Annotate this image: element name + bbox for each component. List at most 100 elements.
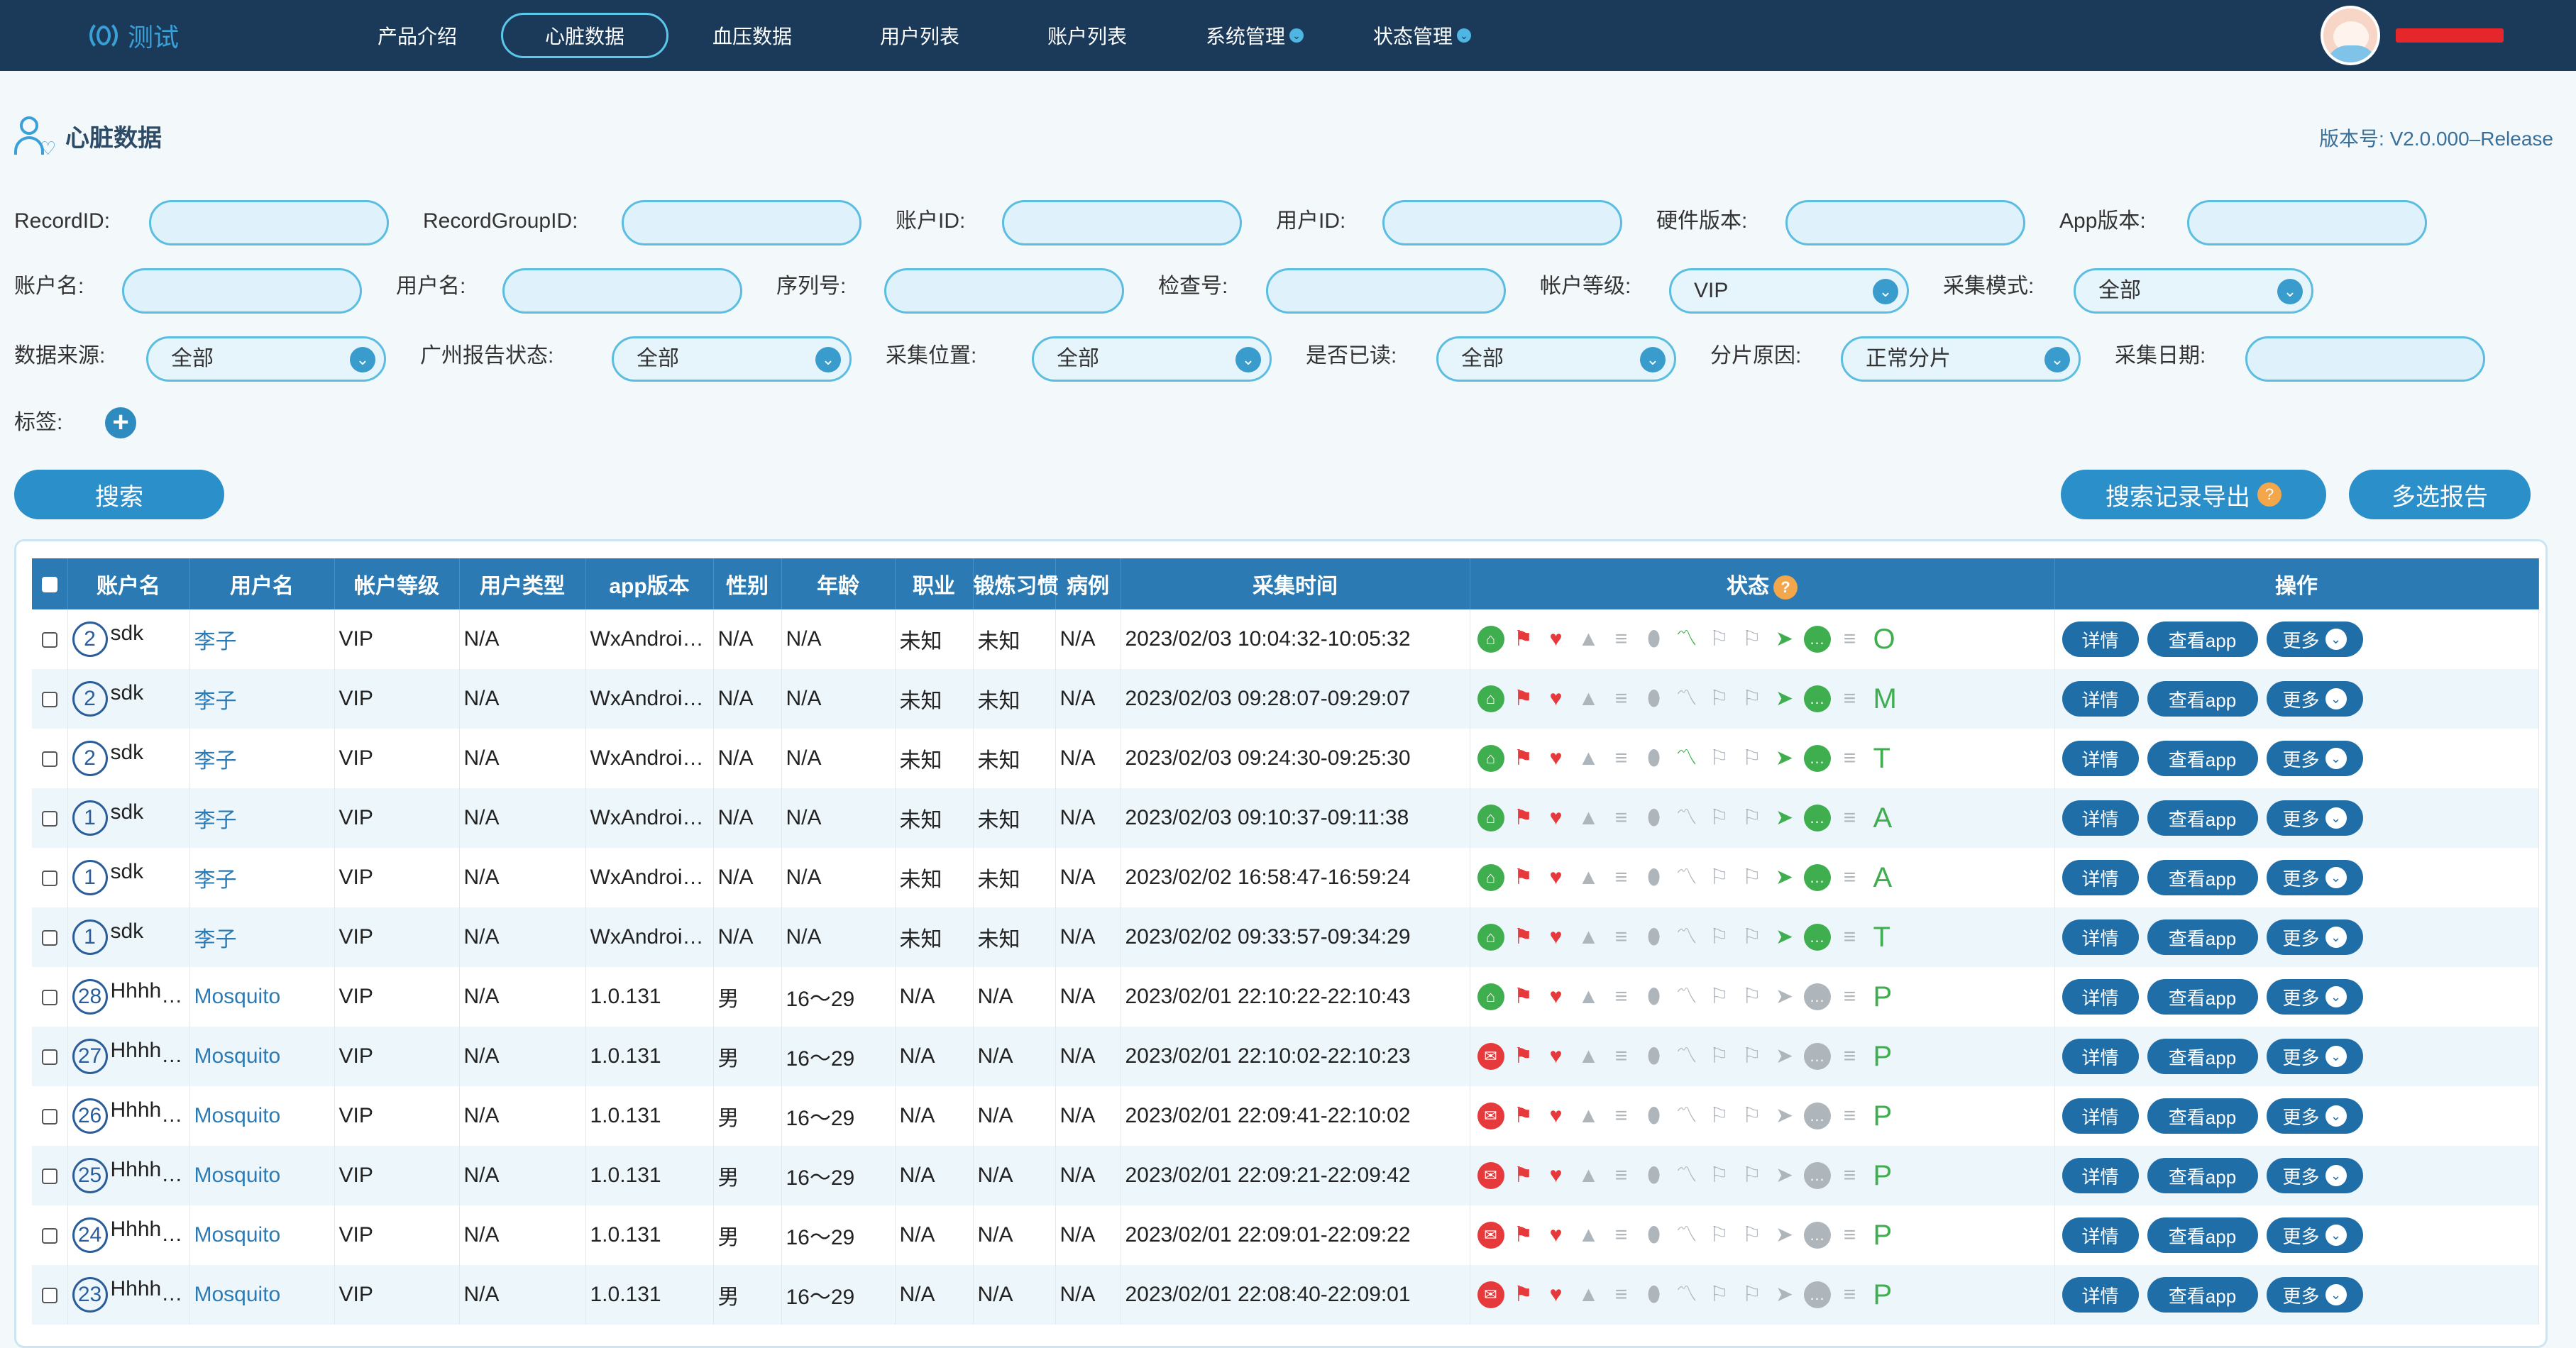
sliders-icon[interactable]: ≡	[1837, 983, 1864, 1010]
ecg-wave-icon[interactable]: 〽	[1673, 924, 1700, 951]
detail-button[interactable]: 详情	[2062, 860, 2139, 895]
row-select-cell[interactable]	[32, 609, 68, 669]
pill-icon[interactable]: ⬮	[1641, 1162, 1668, 1189]
more-button[interactable]: 更多 ⌄	[2266, 860, 2363, 895]
help-icon[interactable]: ?	[1773, 575, 1798, 600]
sliders-icon[interactable]: ≡	[1608, 924, 1635, 951]
flag-outline-icon[interactable]: ⚐	[1706, 983, 1733, 1010]
view-app-button[interactable]: 查看app	[2147, 681, 2258, 717]
heart-ecg-icon[interactable]: ♥	[1543, 924, 1570, 951]
view-app-button[interactable]: 查看app	[2147, 741, 2258, 776]
row-select-cell[interactable]	[32, 1265, 68, 1325]
user-avatar[interactable]	[2321, 6, 2380, 65]
home-icon[interactable]: ⌂	[1477, 745, 1504, 772]
ecg-wave-icon[interactable]: 〽	[1673, 685, 1700, 712]
nav-item-4[interactable]: 账户列表	[1003, 13, 1171, 58]
record-count-badge[interactable]: 1	[72, 800, 108, 836]
row-select-cell[interactable]	[32, 729, 68, 788]
collect-mode-select[interactable]: 全部 ⌄	[2074, 268, 2313, 314]
pill-icon[interactable]: ⬮	[1641, 1281, 1668, 1308]
warning-icon[interactable]: ▲	[1575, 1162, 1602, 1189]
view-app-button[interactable]: 查看app	[2147, 860, 2258, 895]
sliders-icon[interactable]: ≡	[1837, 1281, 1864, 1308]
flag-outline-icon[interactable]: ⚐	[1706, 1103, 1733, 1129]
view-app-button[interactable]: 查看app	[2147, 979, 2258, 1015]
chat-icon[interactable]: …	[1803, 805, 1831, 832]
pill-icon[interactable]: ⬮	[1641, 626, 1668, 653]
help-icon[interactable]: ?	[2257, 482, 2281, 507]
row-select-cell[interactable]	[32, 848, 68, 907]
sliders-icon[interactable]: ≡	[1608, 1162, 1635, 1189]
flag-icon[interactable]: ⚑	[1510, 1281, 1537, 1308]
row-checkbox[interactable]	[41, 632, 57, 648]
pill-icon[interactable]: ⬮	[1641, 745, 1668, 772]
ecg-wave-icon[interactable]: 〽	[1673, 864, 1700, 891]
record-count-badge[interactable]: 2	[72, 741, 108, 776]
pill-icon[interactable]: ⬮	[1641, 805, 1668, 832]
sliders-icon[interactable]: ≡	[1608, 1043, 1635, 1070]
ecg-wave-icon[interactable]: 〽	[1673, 1043, 1700, 1070]
heart-ecg-icon[interactable]: ♥	[1543, 1043, 1570, 1070]
record-count-badge[interactable]: 1	[72, 919, 108, 955]
pill-icon[interactable]: ⬮	[1641, 864, 1668, 891]
user-name-link[interactable]: 李子	[194, 928, 237, 951]
heart-ecg-icon[interactable]: ♥	[1543, 983, 1570, 1010]
chat-icon[interactable]: …	[1803, 983, 1831, 1010]
sliders-icon[interactable]: ≡	[1608, 1281, 1635, 1308]
heart-ecg-icon[interactable]: ♥	[1543, 626, 1570, 653]
flag-outline-icon[interactable]: ⚐	[1739, 983, 1766, 1010]
account-level-select[interactable]: VIP ⌄	[1669, 268, 1909, 314]
view-app-button[interactable]: 查看app	[2147, 1098, 2258, 1134]
flag-outline-icon[interactable]: ⚐	[1706, 1162, 1733, 1189]
row-select-cell[interactable]	[32, 669, 68, 729]
flag-outline-icon[interactable]: ⚐	[1739, 1222, 1766, 1249]
select-all-cell[interactable]	[32, 558, 68, 609]
data-source-select[interactable]: 全部 ⌄	[146, 336, 386, 382]
flag-outline-icon[interactable]: ⚐	[1706, 626, 1733, 653]
detail-button[interactable]: 详情	[2062, 1158, 2139, 1193]
flag-outline-icon[interactable]: ⚐	[1706, 685, 1733, 712]
chat-icon[interactable]: …	[1803, 864, 1831, 891]
flag-icon[interactable]: ⚑	[1510, 1162, 1537, 1189]
sliders-icon[interactable]: ≡	[1608, 864, 1635, 891]
detail-button[interactable]: 详情	[2062, 979, 2139, 1015]
flag-icon[interactable]: ⚑	[1510, 983, 1537, 1010]
record-count-badge[interactable]: 1	[72, 860, 108, 895]
record-count-badge[interactable]: 28	[72, 979, 108, 1015]
more-button[interactable]: 更多 ⌄	[2266, 979, 2363, 1015]
warning-icon[interactable]: ▲	[1575, 1222, 1602, 1249]
mail-error-icon[interactable]: ✉	[1477, 1281, 1504, 1308]
multi-report-button[interactable]: 多选报告	[2349, 470, 2531, 519]
ecg-wave-icon[interactable]: 〽	[1673, 983, 1700, 1010]
user-name-link[interactable]: Mosquito	[194, 1283, 281, 1306]
ecg-wave-icon[interactable]: 〽	[1673, 1162, 1700, 1189]
home-icon[interactable]: ⌂	[1477, 685, 1504, 712]
warning-icon[interactable]: ▲	[1575, 924, 1602, 951]
row-select-cell[interactable]	[32, 1027, 68, 1086]
user-name-link[interactable]: 李子	[194, 809, 237, 832]
sliders-icon[interactable]: ≡	[1837, 924, 1864, 951]
row-checkbox[interactable]	[41, 692, 57, 708]
flag-outline-icon[interactable]: ⚐	[1706, 864, 1733, 891]
user-name-link[interactable]: Mosquito	[194, 985, 281, 1008]
ecg-wave-icon[interactable]: 〽	[1673, 805, 1700, 832]
flag-icon[interactable]: ⚑	[1510, 924, 1537, 951]
flag-outline-icon[interactable]: ⚐	[1706, 1281, 1733, 1308]
send-icon[interactable]: ➤	[1771, 1103, 1798, 1129]
flag-icon[interactable]: ⚑	[1510, 745, 1537, 772]
sliders-icon[interactable]: ≡	[1608, 983, 1635, 1010]
warning-icon[interactable]: ▲	[1575, 864, 1602, 891]
nav-item-0[interactable]: 产品介绍	[334, 13, 501, 58]
app-logo[interactable]: 测试	[85, 17, 179, 54]
ecg-wave-icon[interactable]: 〽	[1673, 1103, 1700, 1129]
pill-icon[interactable]: ⬮	[1641, 1222, 1668, 1249]
sliders-icon[interactable]: ≡	[1837, 745, 1864, 772]
flag-icon[interactable]: ⚑	[1510, 805, 1537, 832]
row-checkbox[interactable]	[41, 871, 57, 887]
row-checkbox[interactable]	[41, 1109, 57, 1125]
view-app-button[interactable]: 查看app	[2147, 800, 2258, 836]
row-select-cell[interactable]	[32, 1086, 68, 1146]
pill-icon[interactable]: ⬮	[1641, 924, 1668, 951]
chat-icon[interactable]: …	[1803, 626, 1831, 653]
user-name-input[interactable]	[502, 268, 742, 314]
